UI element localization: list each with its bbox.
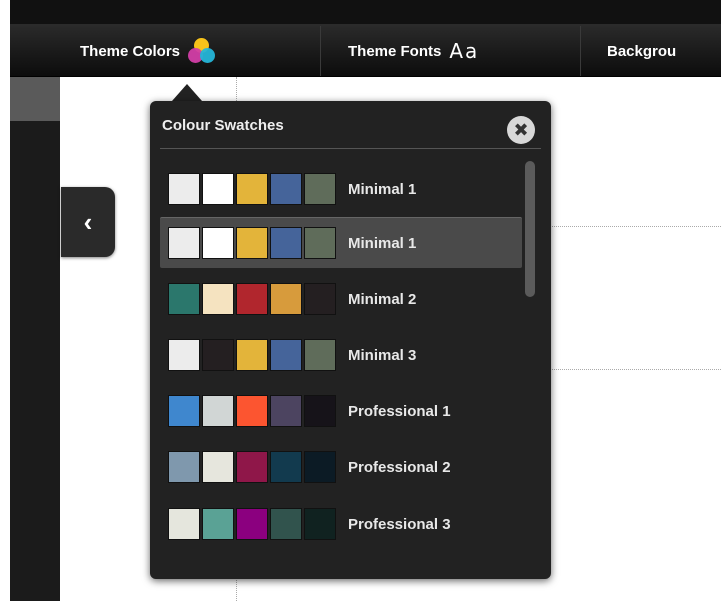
swatch-label: Professional 1: [348, 402, 451, 420]
color-chip: [202, 395, 234, 427]
swatch-colors: [168, 339, 338, 371]
color-chip: [236, 395, 268, 427]
swatch-label: Minimal 1: [348, 234, 417, 252]
color-chip: [168, 283, 200, 315]
color-chip: [236, 173, 268, 205]
swatch-row[interactable]: Minimal 1: [160, 164, 522, 214]
theme-colors-button[interactable]: Theme Colors: [80, 26, 216, 76]
color-chip: [270, 508, 302, 540]
canvas-guide-horizontal: [550, 369, 721, 370]
swatch-label: Minimal 2: [348, 290, 417, 308]
swatch-label: Professional 3: [348, 515, 451, 533]
theme-colors-label: Theme Colors: [80, 42, 181, 60]
color-chip: [304, 173, 336, 205]
color-chip: [270, 451, 302, 483]
theme-fonts-label: Theme Fonts: [348, 42, 442, 60]
color-chip: [168, 339, 200, 371]
color-chip: [270, 227, 302, 259]
swatch-colors: [168, 451, 338, 483]
color-chip: [304, 395, 336, 427]
left-rail: [10, 77, 60, 601]
color-chip: [304, 339, 336, 371]
color-chip: [236, 339, 268, 371]
swatch-colors: [168, 395, 338, 427]
color-chip: [236, 227, 268, 259]
background-label: Backgrou: [607, 42, 677, 60]
color-chip: [202, 283, 234, 315]
color-chip: [270, 283, 302, 315]
collapse-panel-button[interactable]: ‹: [61, 187, 115, 257]
color-chip: [236, 508, 268, 540]
close-icon[interactable]: ✖: [507, 116, 535, 144]
swatch-row[interactable]: Professional 2: [160, 442, 522, 492]
toolbar-divider: [580, 26, 581, 76]
toolbar-divider: [320, 26, 321, 76]
color-chip: [168, 451, 200, 483]
color-chip: [304, 451, 336, 483]
color-chip: [168, 395, 200, 427]
color-chip: [304, 227, 336, 259]
background-button[interactable]: Backgrou: [607, 26, 721, 76]
color-chip: [168, 173, 200, 205]
color-chip: [202, 451, 234, 483]
color-chip: [202, 339, 234, 371]
theme-fonts-button[interactable]: Theme Fonts Aa: [348, 26, 479, 76]
swatch-label: Professional 2: [348, 458, 451, 476]
swatch-row[interactable]: Professional 1: [160, 386, 522, 436]
swatch-colors: [168, 283, 338, 315]
color-chip: [270, 339, 302, 371]
chevron-left-icon: ‹: [83, 206, 93, 237]
color-chip: [270, 173, 302, 205]
color-chip: [270, 395, 302, 427]
title-divider: [160, 148, 541, 149]
color-chip: [168, 227, 200, 259]
scrollbar-thumb[interactable]: [525, 161, 535, 297]
colour-swatches-popup: Colour Swatches ✖ Minimal 1 Minimal 1 Mini…: [150, 101, 551, 579]
popup-pointer: [172, 84, 202, 101]
color-chip: [236, 451, 268, 483]
color-chip: [236, 283, 268, 315]
color-chip: [202, 508, 234, 540]
left-rail-header: [10, 77, 60, 121]
swatch-row[interactable]: Minimal 3: [160, 330, 522, 380]
swatch-label: Minimal 3: [348, 346, 417, 364]
color-drops-icon: [188, 37, 216, 65]
swatch-row[interactable]: Minimal 1: [160, 217, 522, 268]
color-chip: [304, 283, 336, 315]
top-bar: [10, 0, 721, 26]
canvas-guide-horizontal: [550, 226, 721, 227]
swatch-colors: [168, 508, 338, 540]
font-aa-icon: Aa: [449, 39, 480, 63]
theme-toolbar: Theme Colors Theme Fonts Aa Backgrou: [10, 26, 721, 77]
swatch-row[interactable]: Minimal 2: [160, 274, 522, 324]
swatch-colors: [168, 173, 338, 205]
color-chip: [202, 227, 234, 259]
popup-title: Colour Swatches: [162, 117, 284, 134]
color-chip: [202, 173, 234, 205]
color-chip: [168, 508, 200, 540]
swatch-label: Minimal 1: [348, 180, 417, 198]
swatch-colors: [168, 227, 338, 259]
color-chip: [304, 508, 336, 540]
swatch-row[interactable]: Professional 3: [160, 499, 522, 549]
